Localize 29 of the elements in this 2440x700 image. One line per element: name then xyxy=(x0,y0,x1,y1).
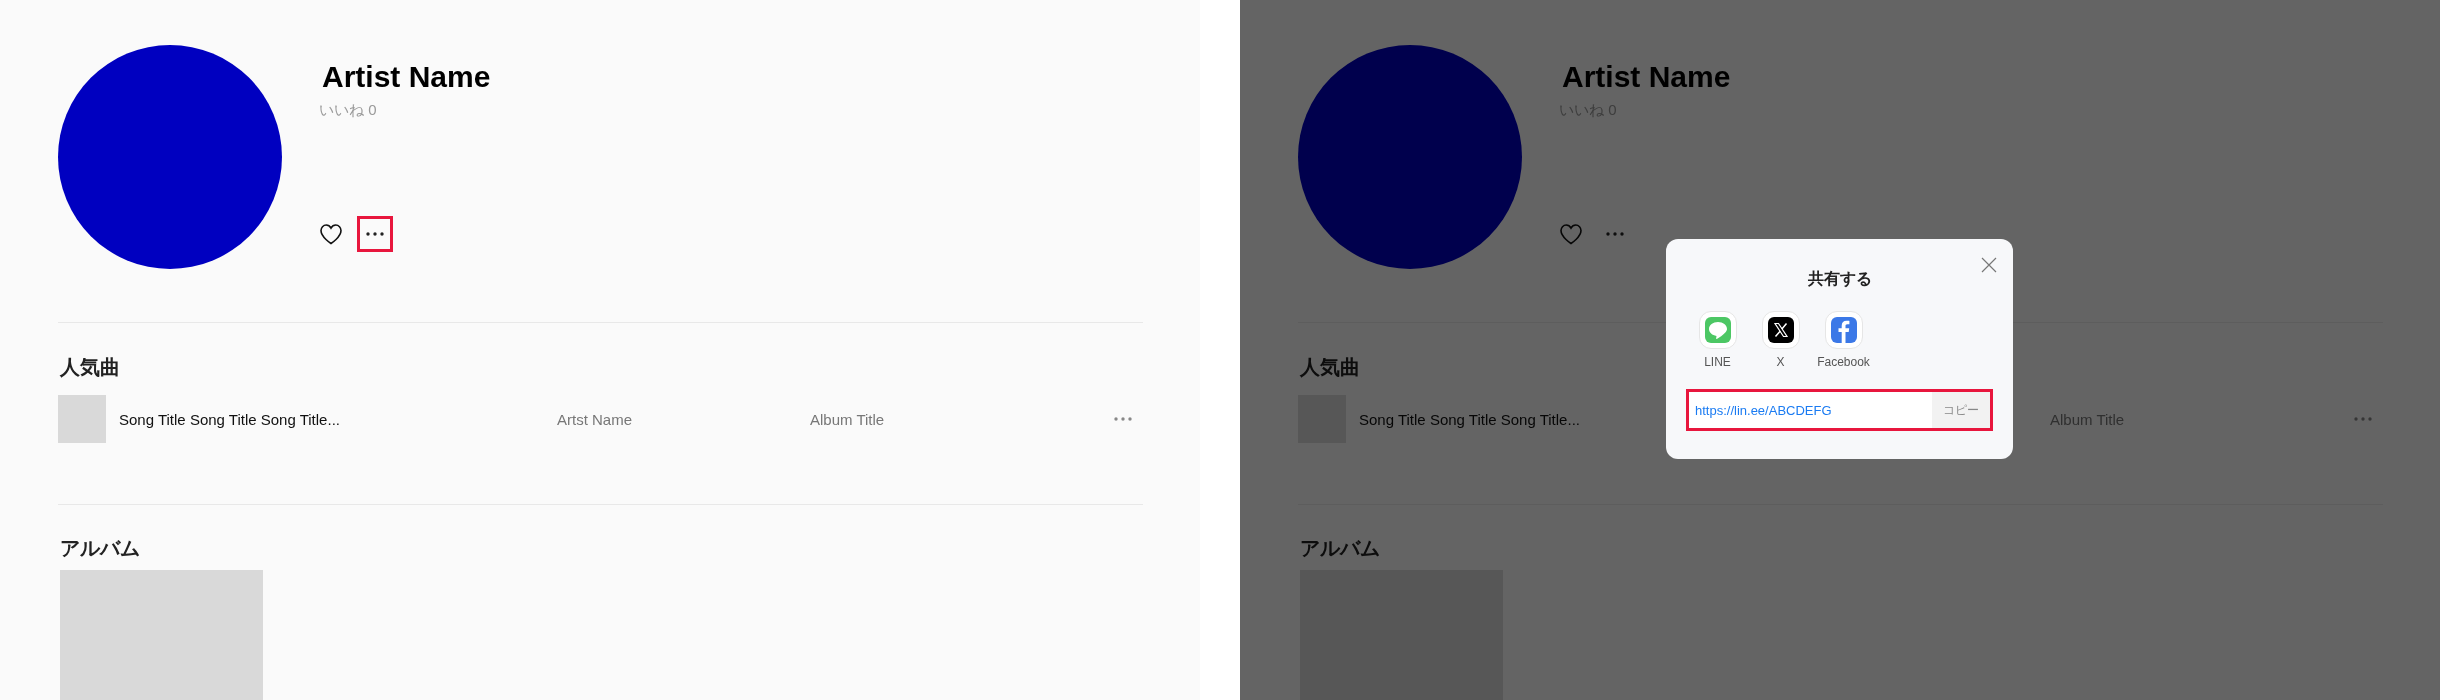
artist-name: Artist Name xyxy=(1562,59,1731,95)
artist-name: Artist Name xyxy=(322,59,491,95)
share-option[interactable]: LINE xyxy=(1686,311,1749,369)
share-option[interactable]: Facebook xyxy=(1812,311,1875,369)
song-thumbnail xyxy=(58,395,106,443)
song-artist[interactable]: Artst Name xyxy=(557,410,797,428)
dialog-title: 共有する xyxy=(1806,269,1873,289)
url-field[interactable]: https://lin.ee/ABCDEFG コピー xyxy=(1686,389,1993,431)
more-icon xyxy=(365,231,385,237)
chat-bubble-icon xyxy=(1704,317,1731,343)
section-title: 人気曲 xyxy=(60,355,120,379)
share-option[interactable]: X xyxy=(1749,311,1812,369)
like-count: いいね 0 xyxy=(319,101,378,120)
x-logo-icon xyxy=(1767,317,1794,343)
facebook-logo-icon xyxy=(1830,317,1857,343)
section-title: 人気曲 xyxy=(1300,355,1360,379)
heart-icon xyxy=(1559,223,1583,245)
section-title: アルバム xyxy=(60,536,140,560)
more-icon xyxy=(1605,231,1625,237)
song-album[interactable]: Album Title xyxy=(810,410,1096,428)
close-icon xyxy=(1981,257,1997,273)
more-icon xyxy=(1113,416,1133,422)
like-button[interactable] xyxy=(319,223,343,245)
heart-icon xyxy=(319,223,343,245)
copy-button[interactable]: コピー xyxy=(1932,392,1990,428)
more-button[interactable] xyxy=(357,216,393,252)
song-title[interactable]: Song Title Song Title Song Title... xyxy=(119,410,544,428)
more-icon xyxy=(2353,416,2373,422)
section-title: アルバム xyxy=(1300,536,1380,560)
